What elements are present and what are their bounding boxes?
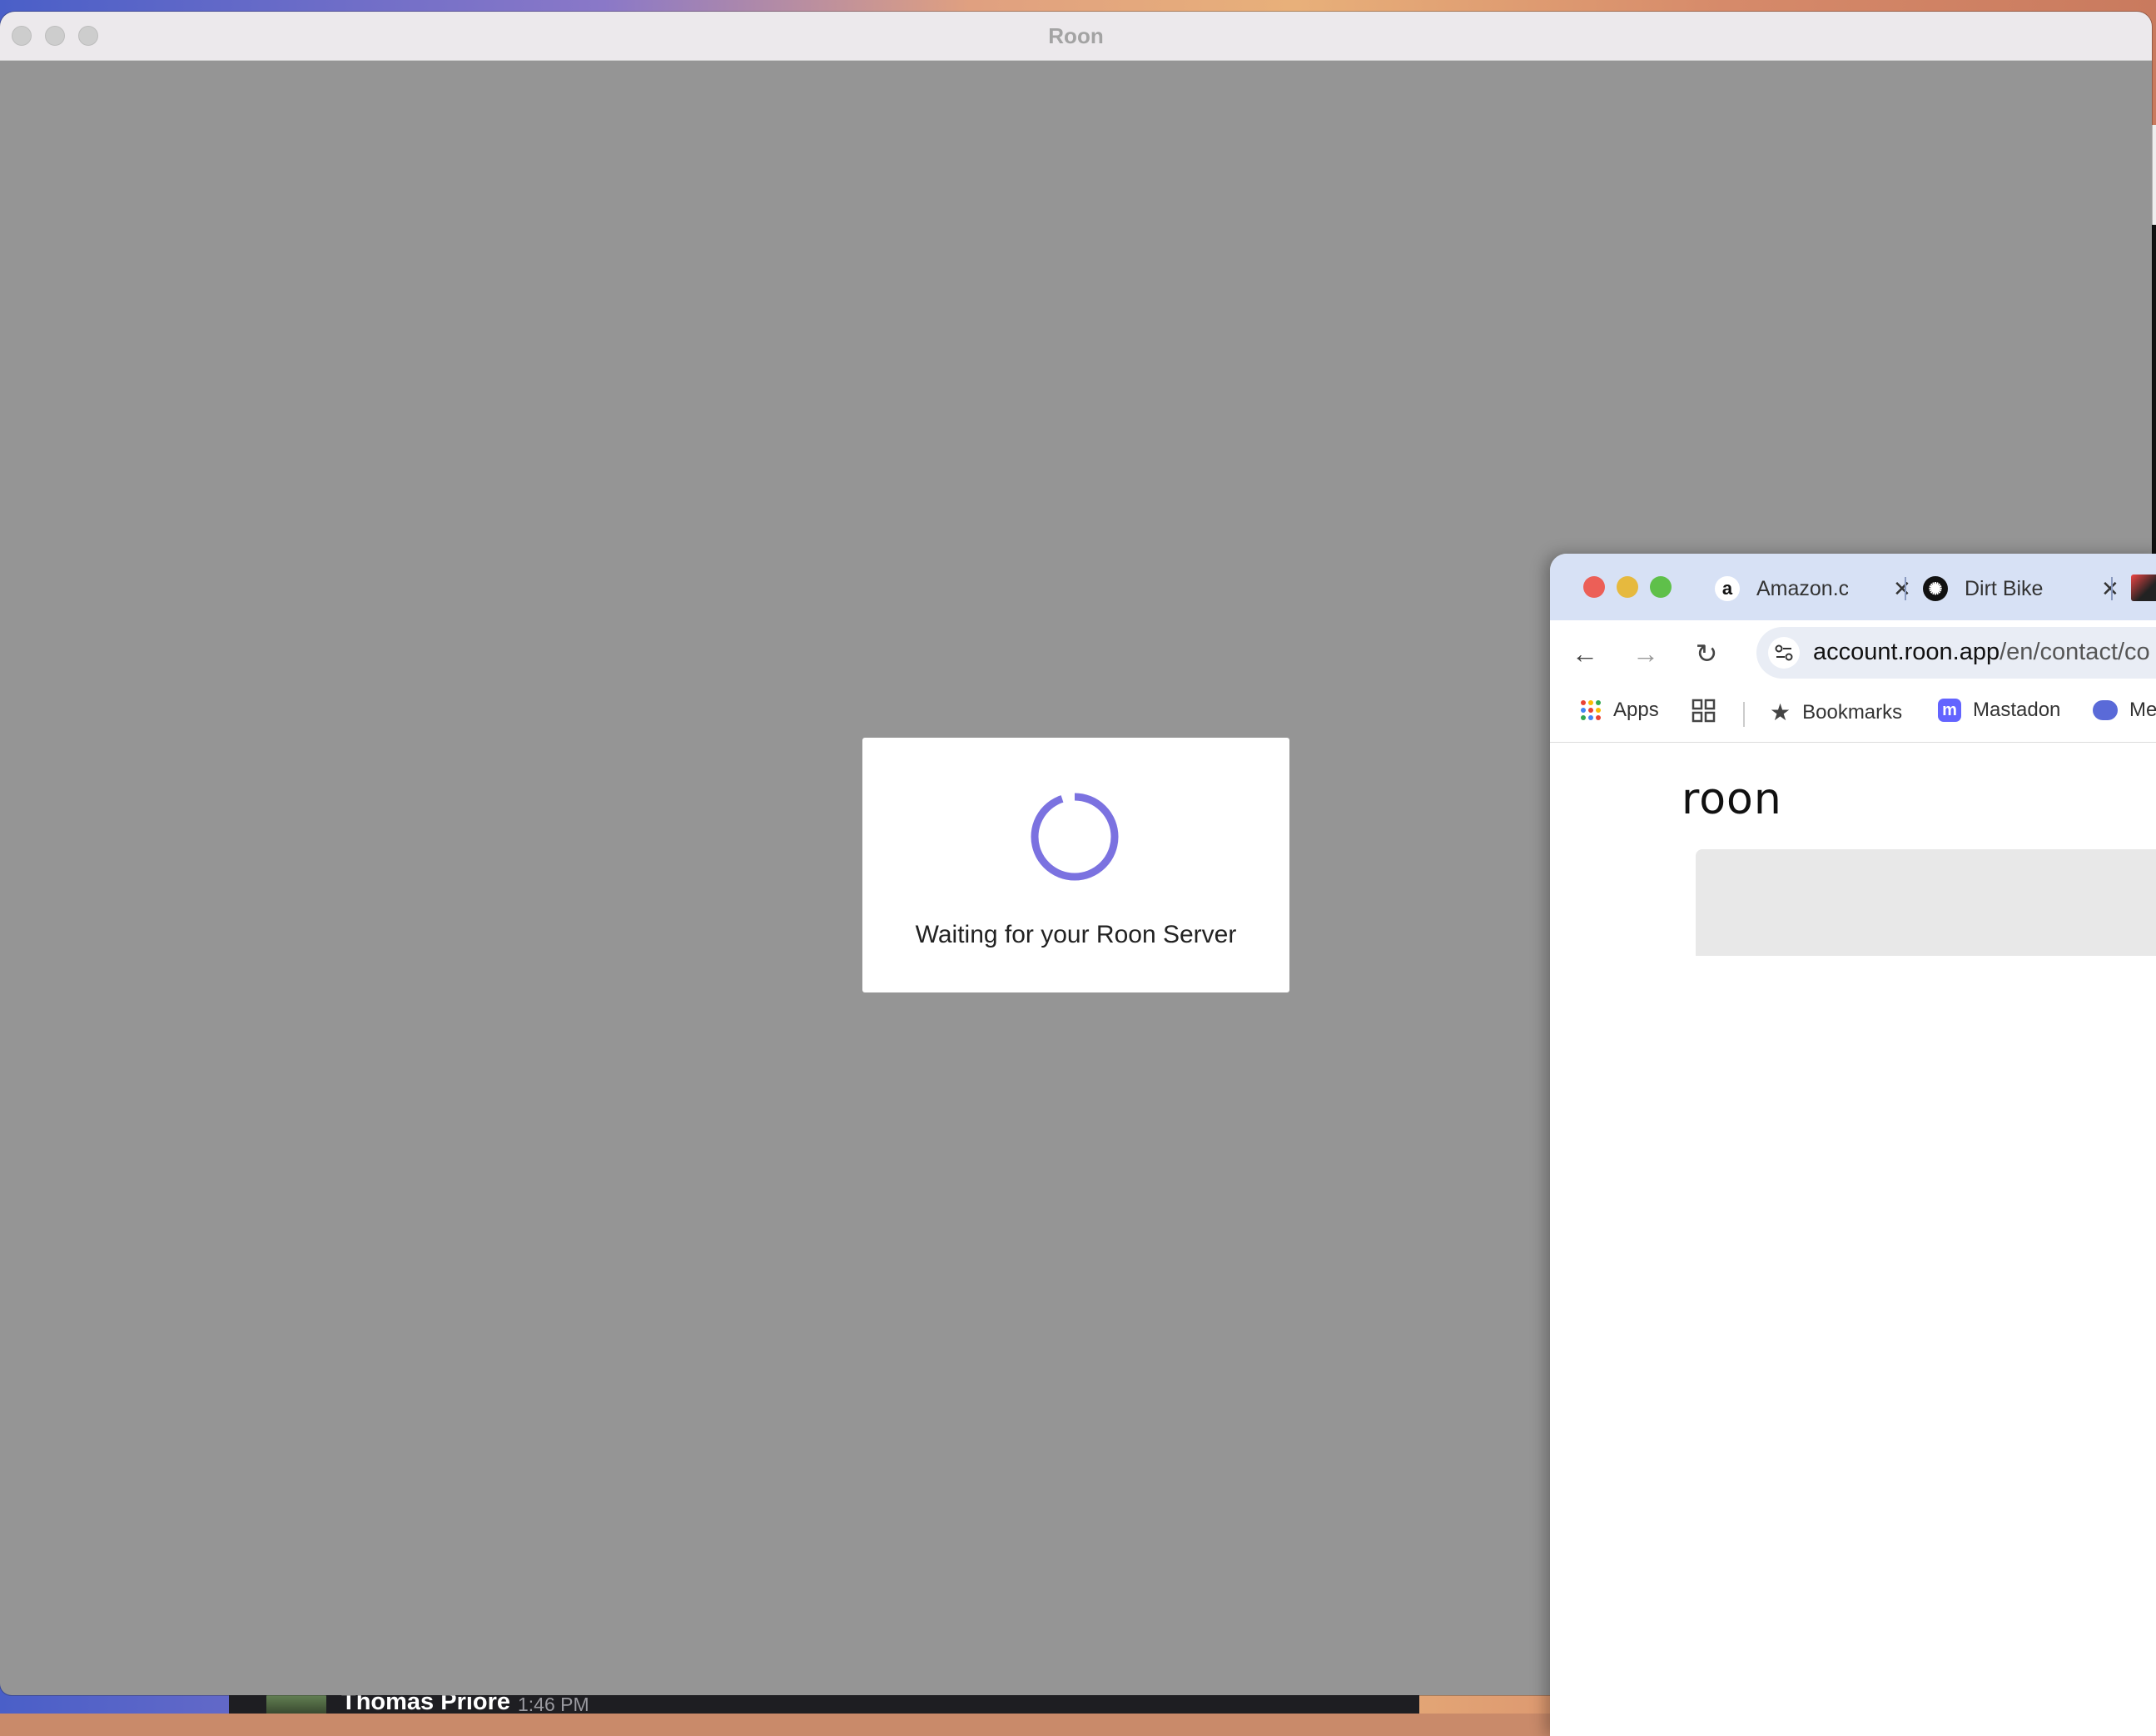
address-bar[interactable]: account.roon.app/en/contact/co	[1756, 627, 2156, 679]
tab-groups-button[interactable]	[1692, 699, 1716, 724]
roon-logo[interactable]: roon	[1682, 774, 1782, 824]
amazon-icon: a	[1715, 576, 1740, 601]
url-host: account.roon.app	[1813, 639, 2000, 665]
reload-icon[interactable]: ↻	[1690, 637, 1723, 670]
chat-bubble-icon	[2093, 700, 2118, 720]
window-title: Roon	[1048, 23, 1104, 48]
tab-divider	[1905, 577, 1906, 600]
tab-favicon-icon[interactable]	[2131, 575, 2156, 601]
url-text: account.roon.app/en/contact/co	[1813, 639, 2150, 666]
tab-grid-icon	[1692, 699, 1716, 723]
tab-label: Amazon.c	[1756, 576, 1848, 600]
bookmark-messages[interactable]: Me	[2093, 699, 2156, 722]
star-icon: ★	[1770, 699, 1791, 725]
bookmark-bookmarks[interactable]: ★ Bookmarks	[1770, 699, 1902, 726]
page-banner	[1696, 849, 2156, 956]
web-page: roon	[1550, 743, 2156, 1736]
bookmark-label: Apps	[1613, 699, 1659, 721]
close-window-button[interactable]	[1583, 576, 1605, 598]
roon-titlebar[interactable]: Roon	[0, 12, 2152, 61]
back-arrow-icon[interactable]: ←	[1568, 637, 1602, 670]
loading-spinner-icon	[1031, 792, 1119, 881]
bookmarks-divider	[1743, 702, 1745, 727]
browser-toolbar: ← → ↻ account.roon.app/en/contact/co	[1550, 620, 2156, 687]
waiting-dialog: Waiting for your Roon Server	[862, 738, 1289, 992]
minimize-window-button[interactable]	[1617, 576, 1638, 598]
forward-arrow-icon[interactable]: →	[1629, 637, 1662, 670]
openai-icon: ✺	[1923, 576, 1948, 601]
url-path: /en/contact/co	[2000, 639, 2150, 665]
bookmarks-bar: Apps ★ Bookmarks m Mastadon Me	[1550, 687, 2156, 743]
zoom-window-button[interactable]	[1650, 576, 1672, 598]
tab-strip[interactable]: a Amazon.c ✕ ✺ Dirt Bike ✕	[1550, 554, 2156, 620]
close-tab-icon[interactable]: ✕	[1893, 576, 1911, 602]
bookmark-mastadon[interactable]: m Mastadon	[1938, 699, 2060, 722]
bookmark-label: Mastadon	[1973, 699, 2061, 721]
bookmark-apps[interactable]: Apps	[1580, 699, 1659, 722]
dialog-message: Waiting for your Roon Server	[915, 921, 1237, 948]
close-tab-icon[interactable]: ✕	[2101, 576, 2119, 602]
browser-window: a Amazon.c ✕ ✺ Dirt Bike ✕ ← → ↻ account…	[1550, 554, 2156, 1736]
mastodon-icon: m	[1938, 699, 1961, 722]
tab-dirt-bike[interactable]: ✺ Dirt Bike ✕	[1923, 565, 2123, 612]
tab-amazon[interactable]: a Amazon.c ✕	[1715, 565, 1915, 612]
tab-label: Dirt Bike	[1965, 576, 2044, 600]
slack-message-time: 1:46 PM	[518, 1694, 589, 1715]
apps-grid-icon	[1581, 700, 1601, 720]
site-settings-icon[interactable]	[1768, 637, 1800, 669]
tab-divider	[2111, 577, 2113, 600]
bookmark-label: Me	[2129, 699, 2156, 721]
bookmark-label: Bookmarks	[1802, 700, 1903, 724]
